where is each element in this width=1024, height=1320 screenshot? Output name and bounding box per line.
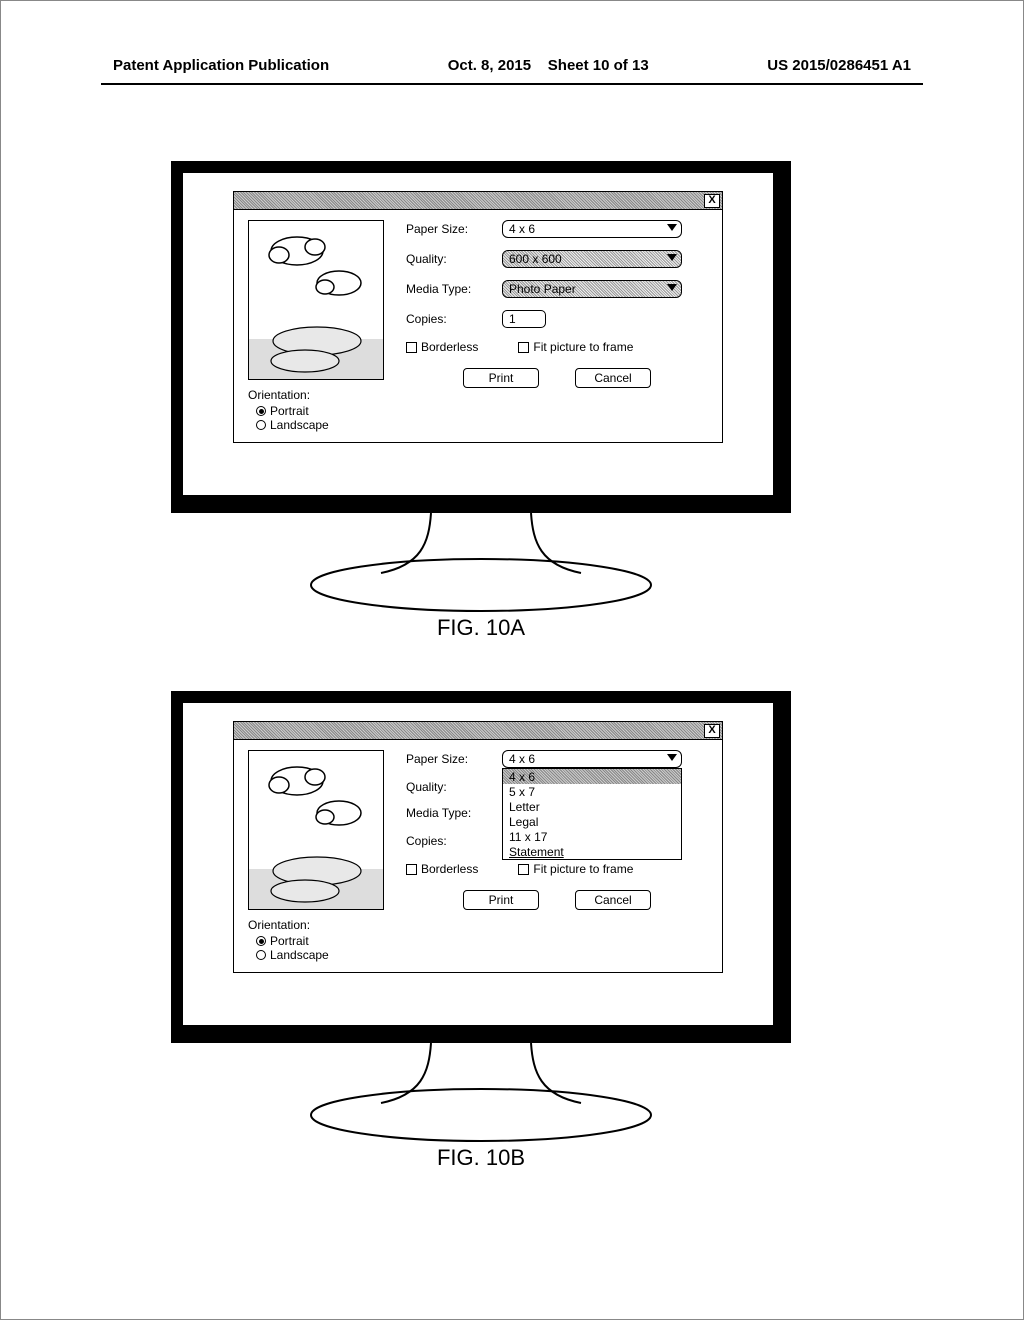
cancel-button[interactable]: Cancel	[575, 890, 651, 910]
print-dialog: X	[233, 191, 723, 443]
close-button[interactable]: X	[704, 724, 720, 738]
print-button[interactable]: Print	[463, 890, 539, 910]
option-statement[interactable]: Statement	[503, 844, 681, 859]
orientation-group: Orientation: Portrait Landscape	[248, 918, 388, 962]
figure-10b: X	[171, 691, 791, 1171]
orientation-label: Orientation:	[248, 388, 388, 402]
radio-portrait[interactable]: Portrait	[256, 404, 388, 418]
media-type-label: Media Type:	[406, 282, 494, 296]
borderless-checkbox[interactable]: Borderless	[406, 340, 478, 354]
copies-input[interactable]: 1	[502, 310, 546, 328]
radio-landscape[interactable]: Landscape	[256, 948, 388, 962]
paper-size-dropdown[interactable]: 4 x 6	[502, 750, 682, 768]
monitor-stand	[201, 1043, 761, 1143]
paper-size-label: Paper Size:	[406, 222, 494, 236]
paper-size-options[interactable]: 4 x 6 5 x 7 Letter Legal 11 x 17 Stateme…	[502, 768, 682, 860]
pub-center: Oct. 8, 2015 Sheet 10 of 13	[448, 57, 649, 74]
option-letter[interactable]: Letter	[503, 799, 681, 814]
orientation-group: Orientation: Portrait Landscape	[248, 388, 388, 432]
fit-to-frame-checkbox[interactable]: Fit picture to frame	[518, 340, 633, 354]
orientation-label: Orientation:	[248, 918, 388, 932]
preview-image	[249, 221, 384, 380]
copies-label: Copies:	[406, 834, 494, 848]
option-4x6[interactable]: 4 x 6	[503, 769, 681, 784]
option-legal[interactable]: Legal	[503, 814, 681, 829]
figure-label-a: FIG. 10A	[171, 615, 791, 641]
option-11x17[interactable]: 11 x 17	[503, 829, 681, 844]
fit-to-frame-checkbox[interactable]: Fit picture to frame	[518, 862, 633, 876]
header-rule	[101, 83, 923, 85]
titlebar: X	[234, 722, 722, 740]
quality-dropdown[interactable]: 600 x 600	[502, 250, 682, 268]
print-preview	[248, 750, 384, 910]
pub-left: Patent Application Publication	[113, 57, 329, 74]
paper-size-label: Paper Size:	[406, 752, 494, 766]
figure-label-b: FIG. 10B	[171, 1145, 791, 1171]
paper-size-dropdown[interactable]: 4 x 6	[502, 220, 682, 238]
media-type-dropdown[interactable]: Photo Paper	[502, 280, 682, 298]
preview-image	[249, 751, 384, 910]
quality-label: Quality:	[406, 780, 494, 794]
titlebar: X	[234, 192, 722, 210]
media-type-label: Media Type:	[406, 806, 494, 820]
pub-right: US 2015/0286451 A1	[767, 57, 911, 74]
chevron-down-icon	[667, 754, 677, 761]
chevron-down-icon	[667, 284, 677, 291]
quality-label: Quality:	[406, 252, 494, 266]
borderless-checkbox[interactable]: Borderless	[406, 862, 478, 876]
option-5x7[interactable]: 5 x 7	[503, 784, 681, 799]
radio-portrait[interactable]: Portrait	[256, 934, 388, 948]
monitor-stand	[201, 513, 761, 613]
publication-header: Patent Application Publication Oct. 8, 2…	[113, 57, 911, 74]
print-preview	[248, 220, 384, 380]
radio-landscape[interactable]: Landscape	[256, 418, 388, 432]
close-button[interactable]: X	[704, 194, 720, 208]
copies-label: Copies:	[406, 312, 494, 326]
monitor-frame: X	[171, 691, 791, 1143]
chevron-down-icon	[667, 254, 677, 261]
chevron-down-icon	[667, 224, 677, 231]
print-dialog: X	[233, 721, 723, 973]
monitor-frame: X	[171, 161, 791, 613]
cancel-button[interactable]: Cancel	[575, 368, 651, 388]
print-button[interactable]: Print	[463, 368, 539, 388]
figure-10a: X	[171, 161, 791, 641]
